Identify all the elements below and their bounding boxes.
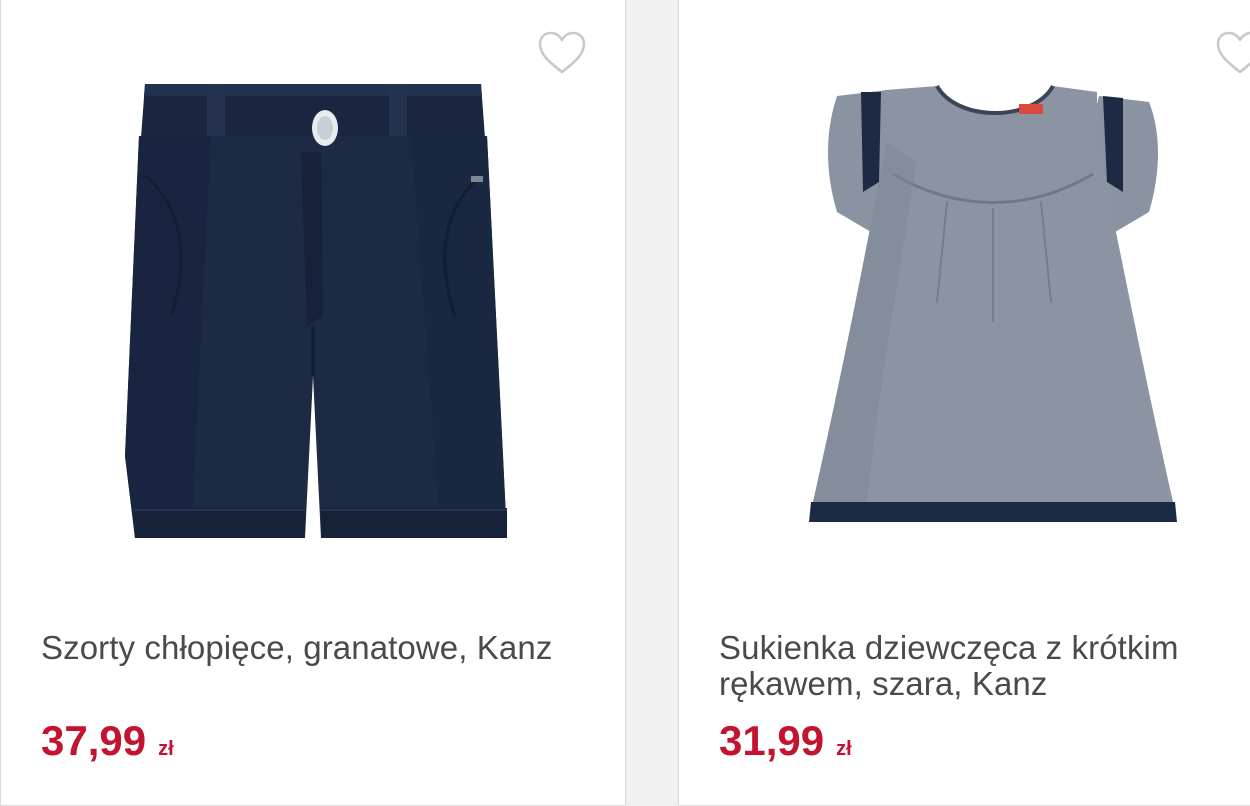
product-grid: Szorty chłopięce, granatowe, Kanz 37,99 z… [0,0,1250,806]
product-title[interactable]: Sukienka dziewczęca z krótkim rękawem, s… [719,630,1239,702]
product-card[interactable]: Szorty chłopięce, granatowe, Kanz 37,99 z… [0,0,626,806]
price-amount: 31,99 [719,717,825,764]
price-currency: zł [836,738,852,760]
heart-outline-icon[interactable] [1215,30,1250,76]
heart-outline-icon[interactable] [537,30,587,76]
product-card[interactable]: Sukienka dziewczęca z krótkim rękawem, s… [678,0,1250,806]
product-image-shorts[interactable] [111,76,515,550]
product-price: 31,99 zł [719,716,852,766]
price-amount: 37,99 [41,717,147,764]
product-title[interactable]: Szorty chłopięce, granatowe, Kanz [41,630,601,666]
product-price: 37,99 zł [41,716,174,766]
product-image-dress[interactable] [797,82,1191,542]
price-currency: zł [158,738,174,760]
